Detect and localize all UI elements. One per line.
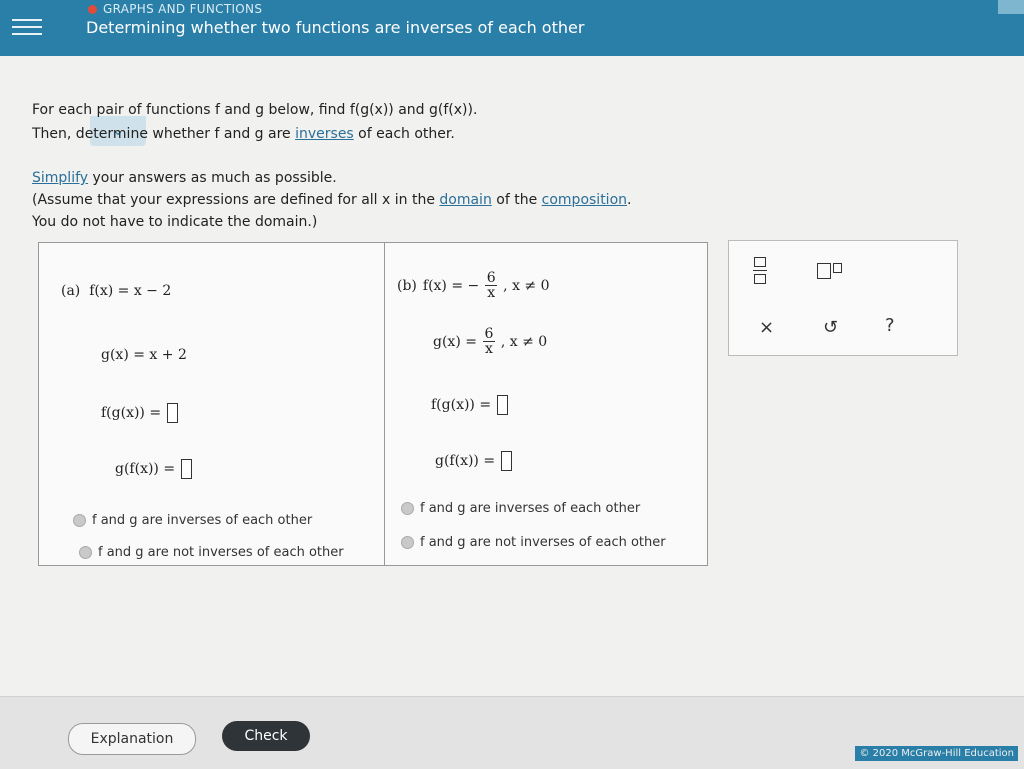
part-b-gf-input[interactable] [501, 451, 513, 471]
part-b-fg-input[interactable] [497, 395, 509, 415]
composition-link[interactable]: composition [542, 192, 627, 208]
domain-note: You do not have to indicate the domain.) [32, 214, 318, 230]
domain-link[interactable]: domain [439, 192, 491, 208]
radio-icon[interactable] [79, 546, 92, 559]
radio-icon[interactable] [73, 514, 86, 527]
help-button[interactable]: ? [885, 315, 895, 336]
corner-tab[interactable] [998, 0, 1024, 14]
fraction-icon[interactable] [753, 257, 767, 284]
part-a-gf-input[interactable] [181, 459, 193, 479]
instruction-line-1: For each pair of functions f and g below… [32, 102, 478, 118]
part-b-option-inverses[interactable]: f and g are inverses of each other [401, 501, 640, 516]
part-a-f: (a) f(x) = x − 2 [61, 283, 172, 299]
header-bar: GRAPHS AND FUNCTIONS Determining whether… [0, 0, 1024, 56]
part-a-gf-row: g(f(x)) = [115, 459, 193, 479]
math-toolbox: × ↺ ? [728, 240, 958, 356]
inverses-link[interactable]: inverses [295, 126, 354, 142]
part-b-gf-row: g(f(x)) = [435, 451, 513, 471]
part-b-f: (b) f(x) = − 6x , x ≠ 0 [397, 270, 550, 301]
menu-icon[interactable] [12, 12, 42, 42]
simplify-line: Simplify your answers as much as possibl… [32, 170, 337, 186]
topic-label: GRAPHS AND FUNCTIONS [88, 2, 262, 16]
clear-button[interactable]: × [759, 317, 774, 338]
part-b-option-not-inverses[interactable]: f and g are not inverses of each other [401, 535, 666, 550]
part-a-option-inverses[interactable]: f and g are inverses of each other [73, 513, 312, 528]
part-a-fg-input[interactable] [167, 403, 179, 423]
undo-button[interactable]: ↺ [823, 317, 838, 338]
radio-icon[interactable] [401, 536, 414, 549]
part-b-g: g(x) = 6x , x ≠ 0 [433, 326, 548, 357]
status-dot-icon [88, 4, 97, 14]
page-title: Determining whether two functions are in… [86, 18, 585, 37]
assume-line: (Assume that your expressions are define… [32, 192, 632, 208]
exponent-icon[interactable] [817, 263, 842, 284]
panel-divider [384, 243, 385, 565]
part-a-option-not-inverses[interactable]: f and g are not inverses of each other [79, 545, 344, 560]
part-a-fg-row: f(g(x)) = [101, 403, 179, 423]
part-b-g-fraction: 6x [482, 326, 495, 357]
check-button[interactable]: Check [222, 721, 310, 751]
instruction-line-2: Then, determine whether f and g are inve… [32, 126, 455, 142]
simplify-link[interactable]: Simplify [32, 170, 88, 186]
part-a-g: g(x) = x + 2 [101, 347, 187, 363]
part-b-fg-row: f(g(x)) = [431, 395, 509, 415]
problem-panel: (a) f(x) = x − 2 g(x) = x + 2 f(g(x)) = … [38, 242, 708, 566]
radio-icon[interactable] [401, 502, 414, 515]
part-b-f-fraction: 6x [485, 270, 498, 301]
explanation-button[interactable]: Explanation [68, 723, 196, 755]
footer-bar: Explanation Check © 2020 McGraw-Hill Edu… [0, 696, 1024, 769]
copyright-text: © 2020 McGraw-Hill Education [855, 746, 1018, 761]
